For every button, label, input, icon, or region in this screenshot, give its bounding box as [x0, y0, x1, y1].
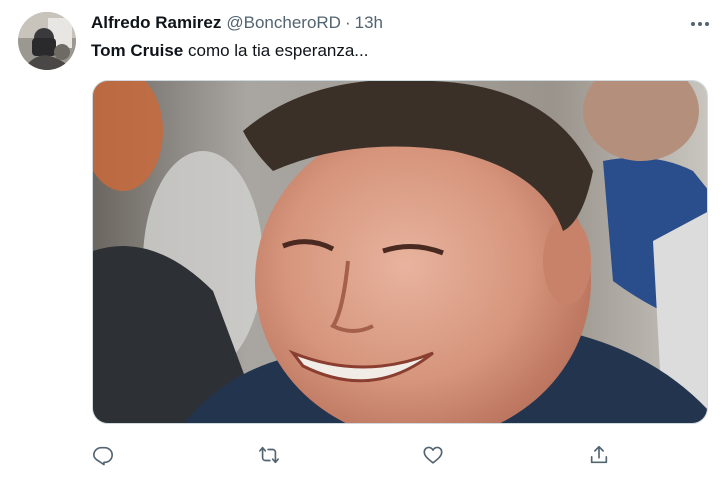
- reply-button[interactable]: [90, 442, 116, 468]
- like-button[interactable]: [420, 442, 446, 468]
- more-options-button[interactable]: [686, 10, 714, 38]
- more-dots-icon: [691, 22, 709, 26]
- retweet-icon: [259, 446, 279, 464]
- tweet-text-body: como la tia esperanza...: [183, 41, 369, 60]
- author-handle[interactable]: @BoncheroRD: [226, 13, 341, 33]
- tweet-photo[interactable]: [92, 80, 708, 424]
- avatar-image: [18, 12, 76, 70]
- tweet-text-mention: Tom Cruise: [91, 41, 184, 60]
- share-button[interactable]: [586, 442, 612, 468]
- tweet-actions: [0, 440, 728, 470]
- author-display-name[interactable]: Alfredo Ramirez: [91, 13, 221, 33]
- retweet-button[interactable]: [256, 442, 282, 468]
- tweet-header: Alfredo Ramirez @BoncheroRD · 13h: [91, 12, 383, 34]
- tweet-card: Alfredo Ramirez @BoncheroRD · 13h Tom Cr…: [0, 0, 728, 480]
- photo-image: [93, 81, 707, 423]
- heart-icon: [423, 446, 443, 464]
- author-avatar[interactable]: [18, 12, 76, 70]
- tweet-timestamp[interactable]: 13h: [355, 13, 383, 33]
- share-icon: [590, 445, 608, 464]
- tweet-text: Tom Cruise como la tia esperanza...: [91, 40, 368, 62]
- reply-icon: [93, 446, 113, 466]
- header-separator: ·: [344, 13, 351, 32]
